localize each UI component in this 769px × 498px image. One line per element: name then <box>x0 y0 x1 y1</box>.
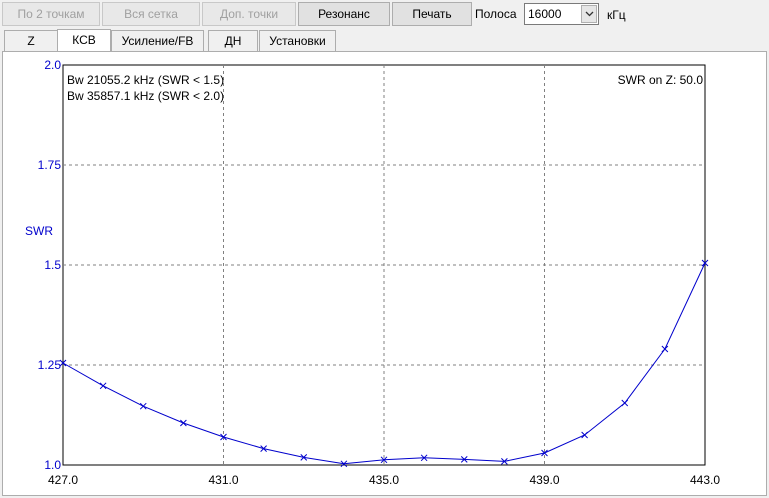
y-tick-label: 1.75 <box>38 158 62 172</box>
extra-points-button[interactable]: Доп. точки <box>202 2 296 26</box>
whole-grid-button[interactable]: Вся сетка <box>102 2 200 26</box>
swr-data-point-marker <box>99 382 107 390</box>
swr-data-point-marker <box>661 345 669 353</box>
bandwidth-swr-2.0-annotation: Bw 35857.1 kHz (SWR < 2.0) <box>67 89 224 103</box>
swr-data-point-marker <box>621 399 629 407</box>
band-select[interactable]: 16000 <box>524 3 599 25</box>
swr-data-point-marker <box>180 419 187 427</box>
y-axis-label: SWR <box>25 224 53 238</box>
by-two-points-button[interactable]: По 2 точкам <box>2 2 100 26</box>
y-tick-label: 1.25 <box>38 358 62 372</box>
bandwidth-swr-1.5-annotation: Bw 21055.2 kHz (SWR < 1.5) <box>67 73 224 87</box>
y-tick-label: 1.0 <box>44 458 61 472</box>
tab-bar: Z КСВ Усиление/FB ДН Установки <box>0 29 769 52</box>
y-tick-label: 2.0 <box>44 58 61 72</box>
tab-z[interactable]: Z <box>4 30 58 51</box>
tab-gain-fb[interactable]: Усиление/FB <box>111 30 204 51</box>
swr-chart-panel: 427.0 431.0 435.0 439.0 443.0 2.0 1.75 1.5 1.25 1… <box>2 51 767 496</box>
x-tick-label: 427.0 <box>48 473 78 487</box>
x-tick-label: 431.0 <box>208 473 238 487</box>
y-tick-label: 1.5 <box>44 258 61 272</box>
x-tick-label: 439.0 <box>529 473 559 487</box>
x-tick-label: 443.0 <box>690 473 720 487</box>
print-button[interactable]: Печать <box>392 2 472 26</box>
band-label: Полоса <box>475 7 517 21</box>
band-value: 16000 <box>528 7 562 21</box>
tab-settings[interactable]: Установки <box>259 30 336 51</box>
x-tick-label: 435.0 <box>369 473 399 487</box>
tab-swr[interactable]: КСВ <box>57 29 111 51</box>
chevron-down-icon[interactable] <box>581 5 597 23</box>
toolbar: По 2 точкам Вся сетка Доп. точки Резонан… <box>0 0 769 28</box>
swr-data-point-marker <box>581 431 588 439</box>
resonance-button[interactable]: Резонанс <box>298 2 390 26</box>
swr-data-point-marker <box>139 402 147 410</box>
swr-chart: 427.0 431.0 435.0 439.0 443.0 2.0 1.75 1.5 1.25 1… <box>25 58 720 487</box>
tab-pattern[interactable]: ДН <box>208 30 258 51</box>
band-unit-label: кГц <box>607 8 626 22</box>
swr-reference-z-annotation: SWR on Z: 50.0 <box>618 73 704 87</box>
